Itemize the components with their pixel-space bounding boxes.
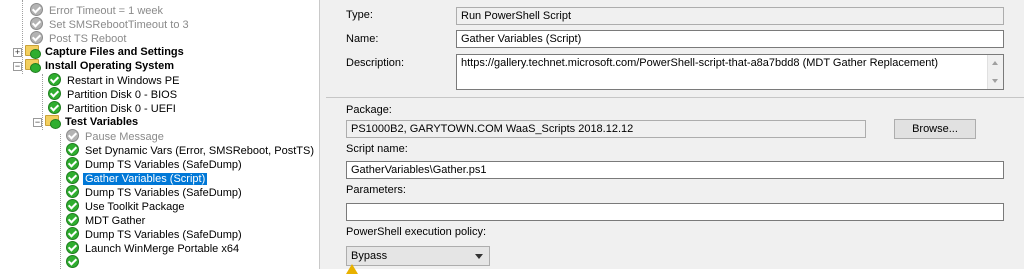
tree-item-test-variables[interactable]: − Test Variables: [33, 115, 140, 129]
folder-icon: [25, 45, 41, 59]
collapse-minus-icon[interactable]: −: [33, 118, 42, 127]
tree-item-error-timeout[interactable]: Error Timeout = 1 week: [30, 3, 165, 17]
warning-icon: [346, 264, 358, 274]
tree-item-launch-winmerge[interactable]: Launch WinMerge Portable x64: [66, 241, 241, 255]
green-check-icon: [48, 87, 61, 100]
tree-item-dump-ts-vars-1[interactable]: Dump TS Variables (SafeDump): [66, 157, 244, 171]
green-check-icon: [66, 185, 79, 198]
name-field[interactable]: Gather Variables (Script): [456, 30, 1004, 48]
execution-policy-label: PowerShell execution policy:: [346, 226, 487, 238]
tree-connector-line: [60, 134, 61, 269]
folder-icon: [45, 115, 61, 129]
green-check-icon: [48, 101, 61, 114]
package-field: PS1000B2, GARYTOWN.COM WaaS_Scripts 2018…: [346, 120, 866, 138]
tree-item-dump-ts-vars-2[interactable]: Dump TS Variables (SafeDump): [66, 185, 244, 199]
tree-item-partition-uefi[interactable]: Partition Disk 0 - UEFI: [48, 101, 178, 115]
tree-item-pause-message[interactable]: Pause Message: [66, 129, 166, 143]
description-label: Description:: [346, 57, 405, 69]
tree-item-capture-files[interactable]: + Capture Files and Settings: [13, 45, 186, 59]
tree-item-mdt-gather[interactable]: MDT Gather: [66, 213, 147, 227]
gray-check-icon: [66, 129, 79, 142]
parameters-field[interactable]: [346, 203, 1004, 221]
green-check-icon: [66, 227, 79, 240]
green-check-icon: [66, 143, 79, 156]
tree-item-set-dynamic-vars[interactable]: Set Dynamic Vars (Error, SMSReboot, Post…: [66, 143, 316, 157]
green-check-icon: [66, 171, 79, 184]
chevron-down-icon: [475, 254, 483, 259]
tree-item-use-toolkit-package[interactable]: Use Toolkit Package: [66, 199, 186, 213]
expand-plus-icon[interactable]: +: [13, 48, 22, 57]
gray-check-icon: [30, 31, 43, 44]
green-check-icon: [66, 213, 79, 226]
gray-check-icon: [30, 17, 43, 30]
green-check-icon: [66, 241, 79, 254]
green-check-icon: [66, 199, 79, 212]
green-check-icon: [66, 255, 79, 268]
section-divider: [326, 97, 1024, 98]
browse-button[interactable]: Browse...: [894, 119, 976, 139]
description-text: https://gallery.technet.microsoft.com/Po…: [461, 57, 939, 69]
tree-item-install-os[interactable]: − Install Operating System: [13, 59, 176, 73]
tree-item-gather-variables[interactable]: Gather Variables (Script): [66, 171, 209, 186]
tree-item-dump-ts-vars-3[interactable]: Dump TS Variables (SafeDump): [66, 227, 244, 241]
scroll-up-icon[interactable]: [992, 61, 998, 65]
parameters-label: Parameters:: [346, 184, 406, 196]
collapse-minus-icon[interactable]: −: [13, 62, 22, 71]
tree-item-partial[interactable]: [66, 255, 83, 269]
scroll-down-icon[interactable]: [992, 79, 998, 83]
gray-check-icon: [30, 3, 43, 16]
tree-item-restart-winpe[interactable]: Restart in Windows PE: [48, 73, 181, 87]
tree-item-set-smsreboot-timeout[interactable]: Set SMSRebootTimeout to 3: [30, 17, 191, 31]
execution-policy-value: Bypass: [351, 250, 388, 262]
package-label: Package:: [346, 104, 392, 116]
script-name-field[interactable]: GatherVariables\Gather.ps1: [346, 161, 1004, 179]
task-sequence-tree[interactable]: Error Timeout = 1 week Set SMSRebootTime…: [0, 0, 320, 269]
tree-item-partition-bios[interactable]: Partition Disk 0 - BIOS: [48, 87, 179, 101]
properties-panel: Type: Run PowerShell Script Name: Gather…: [326, 0, 1024, 269]
name-label: Name:: [346, 33, 379, 45]
execution-policy-select[interactable]: Bypass: [346, 246, 490, 266]
script-name-label: Script name:: [346, 143, 408, 155]
folder-icon: [25, 59, 41, 73]
green-check-icon: [66, 157, 79, 170]
green-check-icon: [48, 73, 61, 86]
description-scrollbar[interactable]: [987, 55, 1003, 89]
type-field: Run PowerShell Script: [456, 7, 1004, 25]
type-label: Type:: [346, 9, 373, 21]
description-textarea[interactable]: https://gallery.technet.microsoft.com/Po…: [456, 54, 1004, 90]
tree-item-post-ts-reboot[interactable]: Post TS Reboot: [30, 31, 128, 45]
